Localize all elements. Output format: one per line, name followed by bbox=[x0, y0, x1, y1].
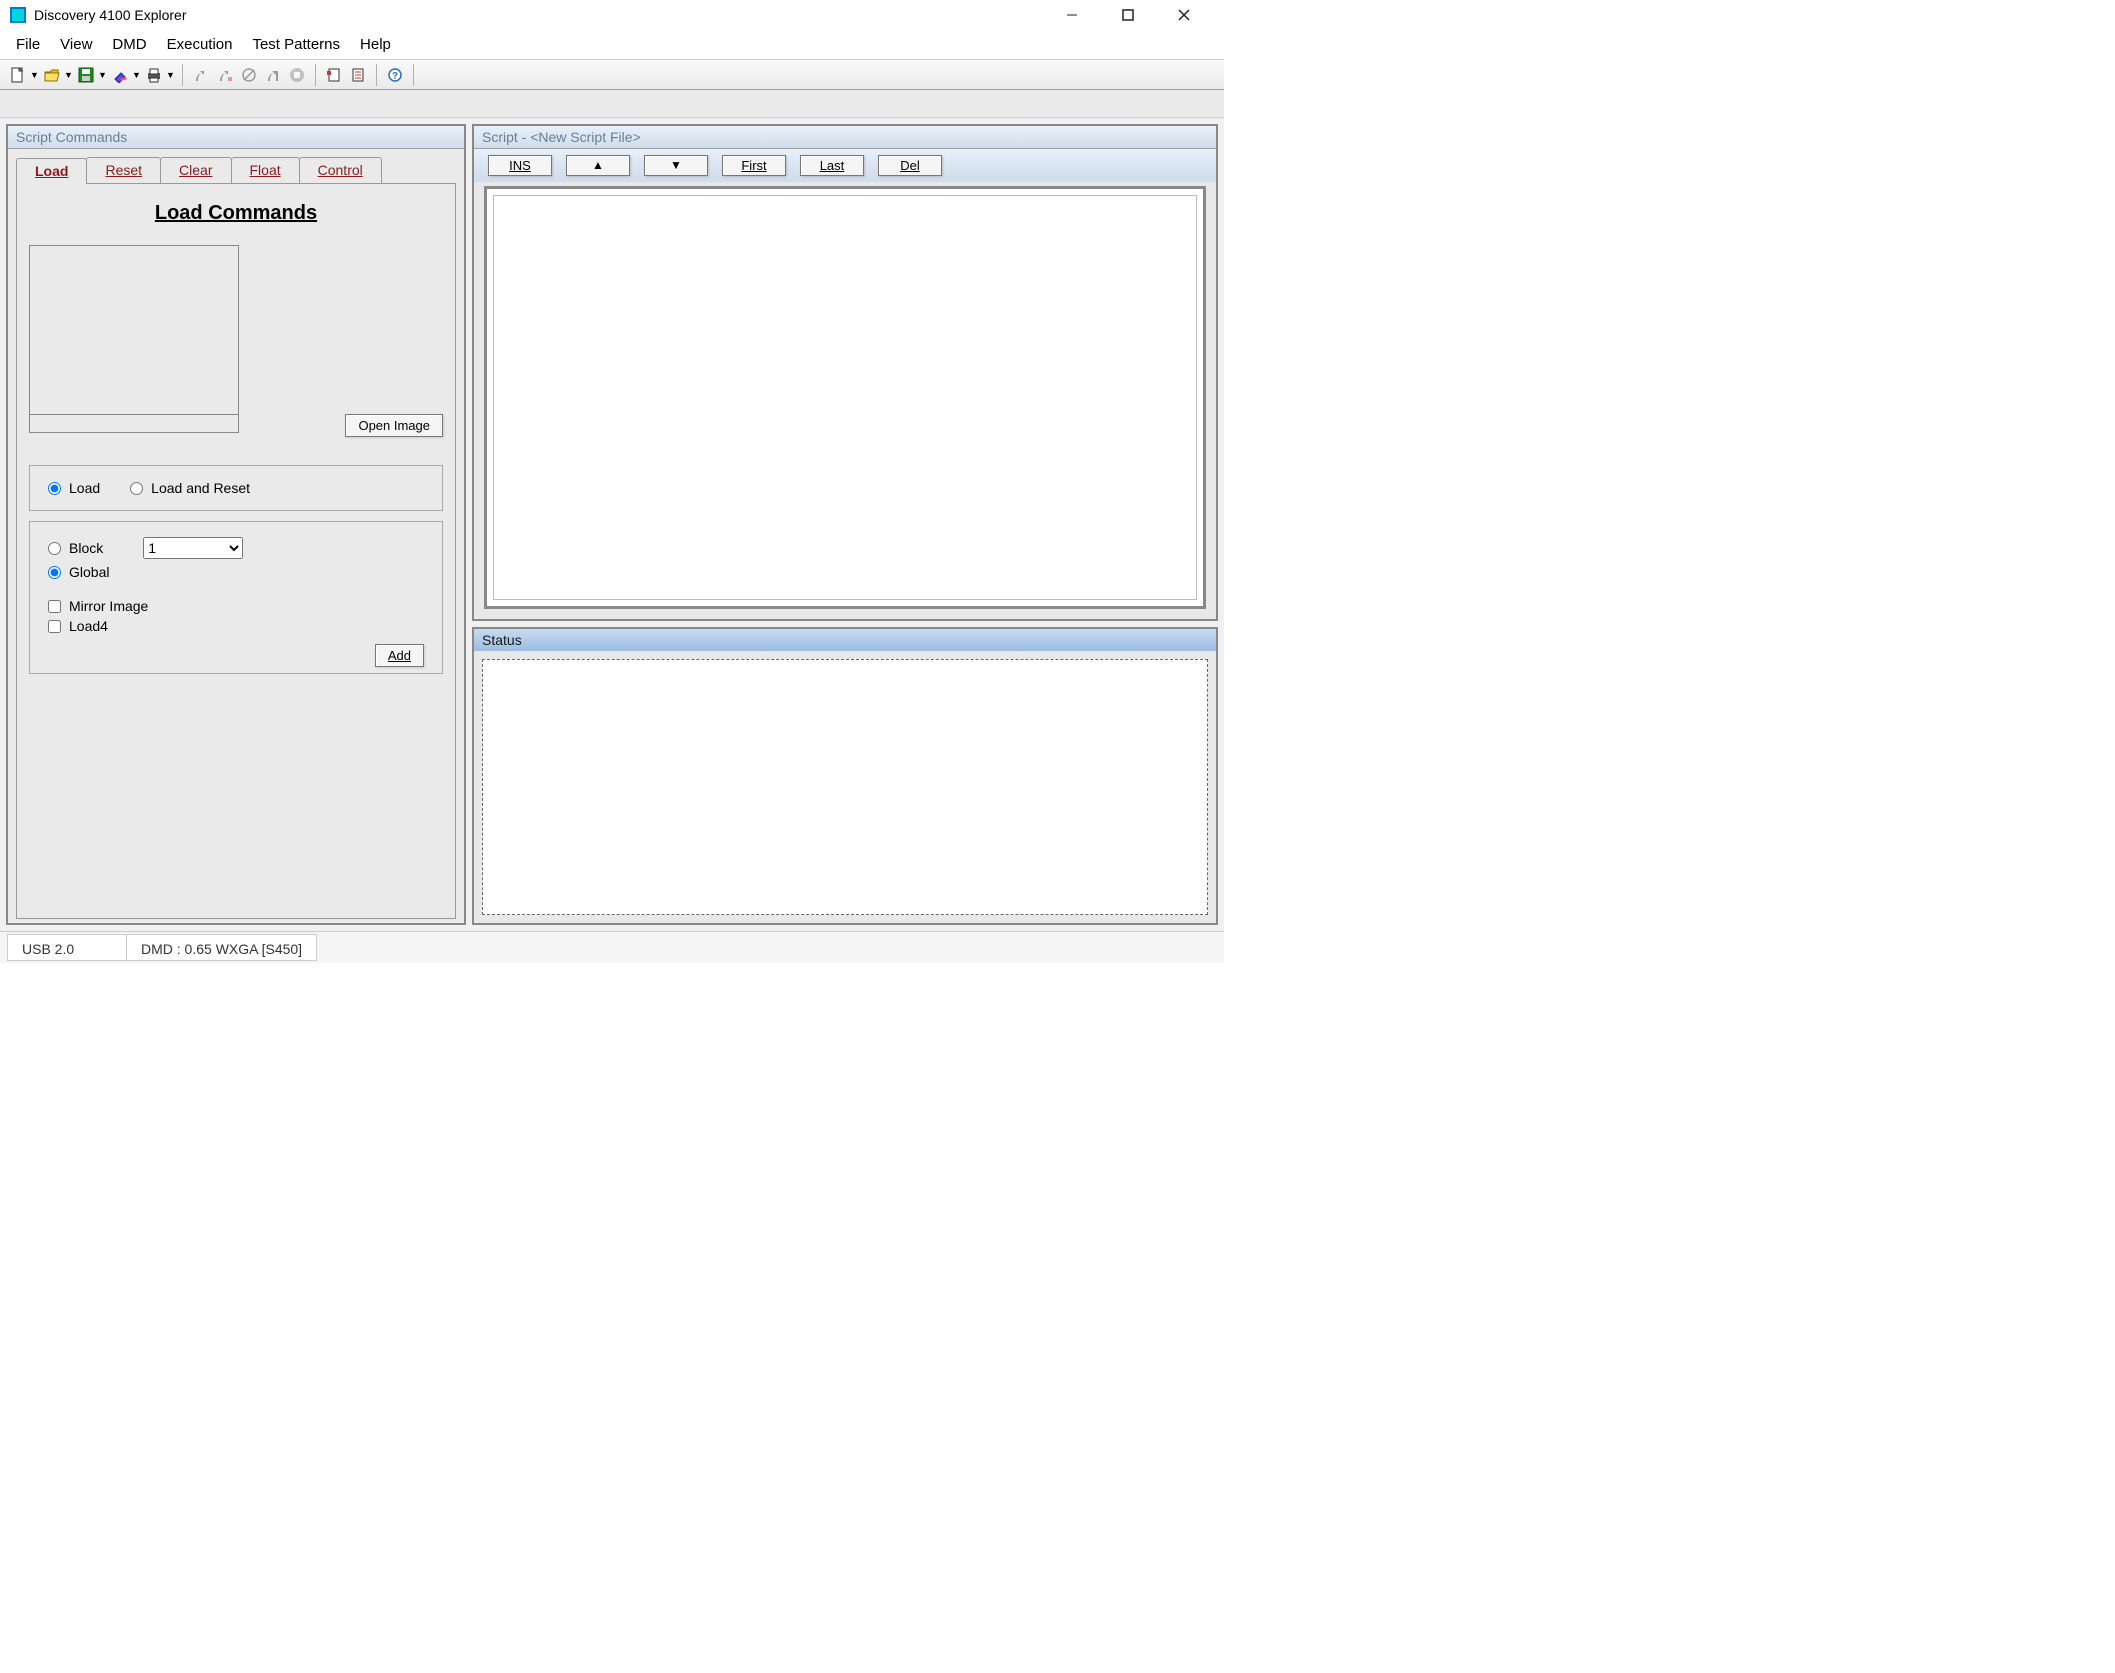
script-ins-button[interactable]: INS bbox=[488, 155, 552, 176]
radio-global[interactable]: Global bbox=[48, 564, 424, 580]
window-title: Discovery 4100 Explorer bbox=[34, 7, 187, 23]
tab-reset[interactable]: Reset bbox=[86, 157, 161, 183]
tab-float[interactable]: Float bbox=[231, 157, 300, 183]
check-load4-label: Load4 bbox=[69, 618, 108, 634]
menu-execution[interactable]: Execution bbox=[159, 34, 241, 55]
print-icon[interactable] bbox=[144, 65, 164, 85]
command-tabs: Load Reset Clear Float Control bbox=[16, 157, 456, 183]
radio-global-label: Global bbox=[69, 564, 109, 580]
menu-view[interactable]: View bbox=[52, 34, 100, 55]
status-usb: USB 2.0 bbox=[7, 934, 127, 961]
script-buttons: INS ▲ ▼ First Last Del bbox=[474, 149, 1216, 182]
radio-load-reset[interactable]: Load and Reset bbox=[130, 480, 250, 496]
svg-text:?: ? bbox=[392, 71, 398, 82]
radio-load-reset-label: Load and Reset bbox=[151, 480, 250, 496]
save-dropdown[interactable]: ▼ bbox=[98, 70, 106, 80]
radio-block-label: Block bbox=[69, 540, 103, 556]
right-column: Script - <New Script File> INS ▲ ▼ First… bbox=[472, 124, 1218, 925]
break-icon[interactable] bbox=[239, 65, 259, 85]
check-load4-input[interactable] bbox=[48, 620, 61, 633]
load-mode-group: Load Load and Reset bbox=[29, 465, 443, 511]
radio-load-input[interactable] bbox=[48, 482, 61, 495]
titlebar: Discovery 4100 Explorer bbox=[0, 0, 1224, 30]
bookmark-icon[interactable] bbox=[324, 65, 344, 85]
scope-group: Block 1 Global Mirror Image bbox=[29, 521, 443, 674]
status-panel: Status bbox=[472, 627, 1218, 925]
tab-clear[interactable]: Clear bbox=[160, 157, 231, 183]
menu-file[interactable]: File bbox=[8, 34, 48, 55]
image-preview bbox=[29, 245, 239, 415]
image-filename-field bbox=[29, 415, 239, 433]
radio-block-input[interactable] bbox=[48, 542, 61, 555]
check-mirror-label: Mirror Image bbox=[69, 598, 148, 614]
add-button[interactable]: Add bbox=[375, 644, 424, 667]
app-icon bbox=[10, 7, 26, 23]
status-dmd: DMD : 0.65 WXGA [S450] bbox=[126, 934, 317, 961]
new-icon[interactable] bbox=[8, 65, 28, 85]
status-output bbox=[482, 659, 1208, 915]
script-first-button[interactable]: First bbox=[722, 155, 786, 176]
script-editor-frame bbox=[484, 186, 1206, 609]
tab-load[interactable]: Load bbox=[16, 158, 87, 184]
save-icon[interactable] bbox=[76, 65, 96, 85]
open-dropdown[interactable]: ▼ bbox=[64, 70, 72, 80]
open-image-button[interactable]: Open Image bbox=[345, 414, 443, 437]
menubar: File View DMD Execution Test Patterns He… bbox=[0, 30, 1224, 60]
open-icon[interactable] bbox=[42, 65, 62, 85]
script-commands-panel: Script Commands Load Reset Clear Float C… bbox=[6, 124, 466, 925]
script-panel-title: Script - <New Script File> bbox=[474, 126, 1216, 149]
block-number-select[interactable]: 1 bbox=[143, 537, 243, 559]
script-up-button[interactable]: ▲ bbox=[566, 155, 630, 176]
run-icon[interactable] bbox=[191, 65, 211, 85]
eraser-icon[interactable] bbox=[110, 65, 130, 85]
script-panel: Script - <New Script File> INS ▲ ▼ First… bbox=[472, 124, 1218, 621]
bookmark-list-icon[interactable] bbox=[348, 65, 368, 85]
main-area: Script Commands Load Reset Clear Float C… bbox=[0, 118, 1224, 931]
new-dropdown[interactable]: ▼ bbox=[30, 70, 38, 80]
run-to-icon[interactable] bbox=[263, 65, 283, 85]
check-mirror-input[interactable] bbox=[48, 600, 61, 613]
script-last-button[interactable]: Last bbox=[800, 155, 864, 176]
minimize-button[interactable] bbox=[1050, 1, 1094, 29]
status-panel-title: Status bbox=[474, 629, 1216, 651]
menu-help[interactable]: Help bbox=[352, 34, 399, 55]
help-icon[interactable]: ? bbox=[385, 65, 405, 85]
statusbar: USB 2.0 DMD : 0.65 WXGA [S450] bbox=[0, 931, 1224, 963]
radio-global-input[interactable] bbox=[48, 566, 61, 579]
maximize-button[interactable] bbox=[1106, 1, 1150, 29]
radio-load[interactable]: Load bbox=[48, 480, 100, 496]
eraser-dropdown[interactable]: ▼ bbox=[132, 70, 140, 80]
menu-dmd[interactable]: DMD bbox=[104, 34, 154, 55]
tab-body-load: Load Commands Open Image Load bbox=[16, 183, 456, 919]
check-mirror[interactable]: Mirror Image bbox=[48, 598, 424, 614]
toolbar: ▼ ▼ ▼ ▼ ▼ ? bbox=[0, 60, 1224, 90]
load-commands-heading: Load Commands bbox=[29, 202, 443, 225]
secondary-bar bbox=[0, 90, 1224, 118]
print-dropdown[interactable]: ▼ bbox=[166, 70, 174, 80]
script-down-button[interactable]: ▼ bbox=[644, 155, 708, 176]
check-load4[interactable]: Load4 bbox=[48, 618, 424, 634]
radio-load-reset-input[interactable] bbox=[130, 482, 143, 495]
tab-control[interactable]: Control bbox=[299, 157, 382, 183]
window-controls bbox=[1042, 1, 1214, 29]
close-button[interactable] bbox=[1162, 1, 1206, 29]
radio-block[interactable]: Block bbox=[48, 540, 103, 556]
stop-icon[interactable] bbox=[287, 65, 307, 85]
run-step-icon[interactable] bbox=[215, 65, 235, 85]
script-commands-title: Script Commands bbox=[8, 126, 464, 149]
script-del-button[interactable]: Del bbox=[878, 155, 942, 176]
radio-load-label: Load bbox=[69, 480, 100, 496]
menu-test-patterns[interactable]: Test Patterns bbox=[244, 34, 348, 55]
script-editor[interactable] bbox=[493, 195, 1197, 600]
